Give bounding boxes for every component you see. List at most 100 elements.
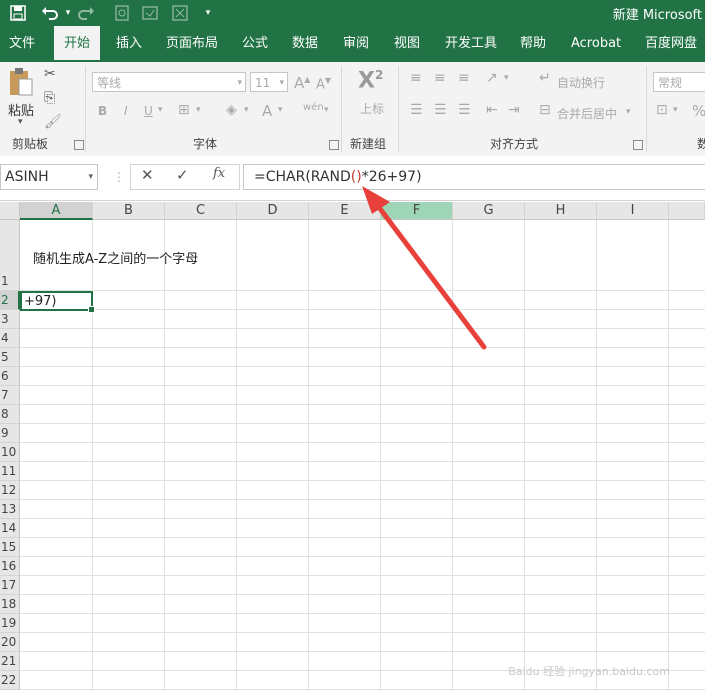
phonetic-dropdown-icon[interactable]: ▾	[324, 105, 329, 115]
increase-indent-icon[interactable]: ⇥	[508, 102, 520, 118]
tab-baidu-netdisk[interactable]: 百度网盘	[645, 26, 697, 62]
row-header-1[interactable]: 1	[0, 220, 20, 291]
row-header-14[interactable]: 14	[0, 519, 20, 538]
cancel-icon[interactable]: ✕	[141, 166, 154, 184]
row-header-10[interactable]: 10	[0, 443, 20, 462]
row-header-9[interactable]: 9	[0, 424, 20, 443]
font-name-combo[interactable]: 等线 ▾	[92, 72, 246, 92]
row-header-16[interactable]: 16	[0, 557, 20, 576]
column-header-f[interactable]: F	[381, 202, 453, 220]
row-header-19[interactable]: 19	[0, 614, 20, 633]
align-middle-icon[interactable]: ≡	[434, 70, 446, 86]
column-header-e[interactable]: E	[309, 202, 381, 220]
percent-button[interactable]: %	[692, 102, 705, 120]
cell-a2[interactable]: +97)	[24, 294, 57, 309]
merge-center-button[interactable]: 合并后居中	[557, 105, 617, 122]
redo-icon[interactable]	[76, 3, 96, 23]
row-header-15[interactable]: 15	[0, 538, 20, 557]
tab-page-layout[interactable]: 页面布局	[166, 26, 218, 62]
clipboard-launcher-icon[interactable]	[74, 140, 84, 150]
number-format-combo[interactable]: 常规	[653, 72, 705, 92]
format-painter-icon[interactable]: 🖌	[44, 114, 62, 130]
orientation-dropdown-icon[interactable]: ▾	[504, 73, 509, 83]
tab-review[interactable]: 审阅	[343, 26, 369, 62]
column-header-a[interactable]: A	[20, 202, 93, 220]
merge-dropdown-icon[interactable]: ▾	[626, 107, 631, 117]
column-header-h[interactable]: H	[525, 202, 597, 220]
column-header-d[interactable]: D	[237, 202, 309, 220]
font-launcher-icon[interactable]	[329, 140, 339, 150]
check-icon[interactable]	[170, 3, 190, 23]
tab-help[interactable]: 帮助	[520, 26, 546, 62]
font-color-button[interactable]: A	[262, 102, 272, 120]
select-all-corner[interactable]	[0, 202, 20, 220]
decrease-indent-icon[interactable]: ⇤	[486, 102, 498, 118]
fill-handle[interactable]	[88, 306, 95, 313]
column-header-c[interactable]: C	[165, 202, 237, 220]
accounting-format-icon[interactable]: ⊡	[656, 102, 668, 118]
fill-color-icon[interactable]: ◈	[226, 102, 237, 118]
font-size-combo[interactable]: 11 ▾	[250, 72, 288, 92]
paste-icon[interactable]	[8, 67, 34, 97]
superscript-button[interactable]: 上标	[360, 100, 384, 117]
copy-icon[interactable]: ⎘	[44, 90, 55, 106]
column-header-b[interactable]: B	[93, 202, 165, 220]
enter-icon[interactable]: ✓	[176, 166, 189, 184]
font-color-dropdown-icon[interactable]: ▾	[278, 105, 283, 115]
row-header-20[interactable]: 20	[0, 633, 20, 652]
align-right-icon[interactable]: ☰	[458, 102, 471, 118]
tab-file[interactable]: 文件	[9, 26, 35, 62]
insert-function-button[interactable]: fx	[213, 166, 225, 181]
bold-button[interactable]: B	[98, 104, 107, 118]
row-header-5[interactable]: 5	[0, 348, 20, 367]
save-icon[interactable]	[8, 3, 28, 23]
tab-insert[interactable]: 插入	[116, 26, 142, 62]
borders-icon[interactable]: ⊞	[178, 102, 190, 118]
row-header-13[interactable]: 13	[0, 500, 20, 519]
accounting-dropdown-icon[interactable]: ▾	[673, 105, 678, 115]
tab-developer[interactable]: 开发工具	[445, 26, 497, 62]
align-top-icon[interactable]: ≡	[410, 70, 422, 86]
fill-dropdown-icon[interactable]: ▾	[244, 105, 249, 115]
row-header-8[interactable]: 8	[0, 405, 20, 424]
tab-view[interactable]: 视图	[394, 26, 420, 62]
cut-icon[interactable]: ✂	[44, 66, 56, 82]
column-header-g[interactable]: G	[453, 202, 525, 220]
column-header-j[interactable]	[669, 202, 705, 220]
formula-input[interactable]: =CHAR(RAND()*26+97)	[243, 164, 705, 190]
orientation-icon[interactable]: ↗	[486, 70, 498, 86]
row-header-4[interactable]: 4	[0, 329, 20, 348]
row-header-11[interactable]: 11	[0, 462, 20, 481]
undo-icon[interactable]	[40, 3, 60, 23]
align-bottom-icon[interactable]: ≡	[458, 70, 470, 86]
form-icon[interactable]	[140, 3, 160, 23]
tab-data[interactable]: 数据	[292, 26, 318, 62]
wrap-text-button[interactable]: 自动换行	[557, 74, 605, 91]
borders-dropdown-icon[interactable]: ▾	[196, 105, 201, 115]
align-center-icon[interactable]: ☰	[434, 102, 447, 118]
merge-center-icon[interactable]: ⊟	[539, 102, 551, 118]
row-header-6[interactable]: 6	[0, 367, 20, 386]
spreadsheet-grid[interactable]: A B C D E F G H I 1 2 3 4 5 6 7 8 9 10 11 12 13 14 15 1…	[0, 202, 705, 691]
tab-acrobat[interactable]: Acrobat	[571, 26, 621, 62]
cell-a1[interactable]: 随机生成A-Z之间的一个字母	[33, 248, 198, 267]
italic-button[interactable]: I	[124, 104, 128, 118]
phonetic-button[interactable]: wén	[303, 102, 324, 113]
row-header-18[interactable]: 18	[0, 595, 20, 614]
undo-dropdown-icon[interactable]: ▾	[58, 3, 78, 23]
row-header-22[interactable]: 22	[0, 671, 20, 690]
tab-formulas[interactable]: 公式	[242, 26, 268, 62]
column-header-i[interactable]: I	[597, 202, 669, 220]
row-header-21[interactable]: 21	[0, 652, 20, 671]
row-header-7[interactable]: 7	[0, 386, 20, 405]
decrease-font-icon[interactable]: A▼	[316, 76, 331, 92]
customize-qat-icon[interactable]: ▾	[198, 3, 218, 23]
underline-dropdown-icon[interactable]: ▾	[158, 105, 163, 115]
row-header-2[interactable]: 2	[0, 291, 20, 310]
superscript-icon[interactable]: X2	[358, 68, 383, 93]
print-preview-icon[interactable]	[112, 3, 132, 23]
increase-font-icon[interactable]: A▲	[294, 74, 310, 92]
row-header-17[interactable]: 17	[0, 576, 20, 595]
row-header-12[interactable]: 12	[0, 481, 20, 500]
row-header-3[interactable]: 3	[0, 310, 20, 329]
